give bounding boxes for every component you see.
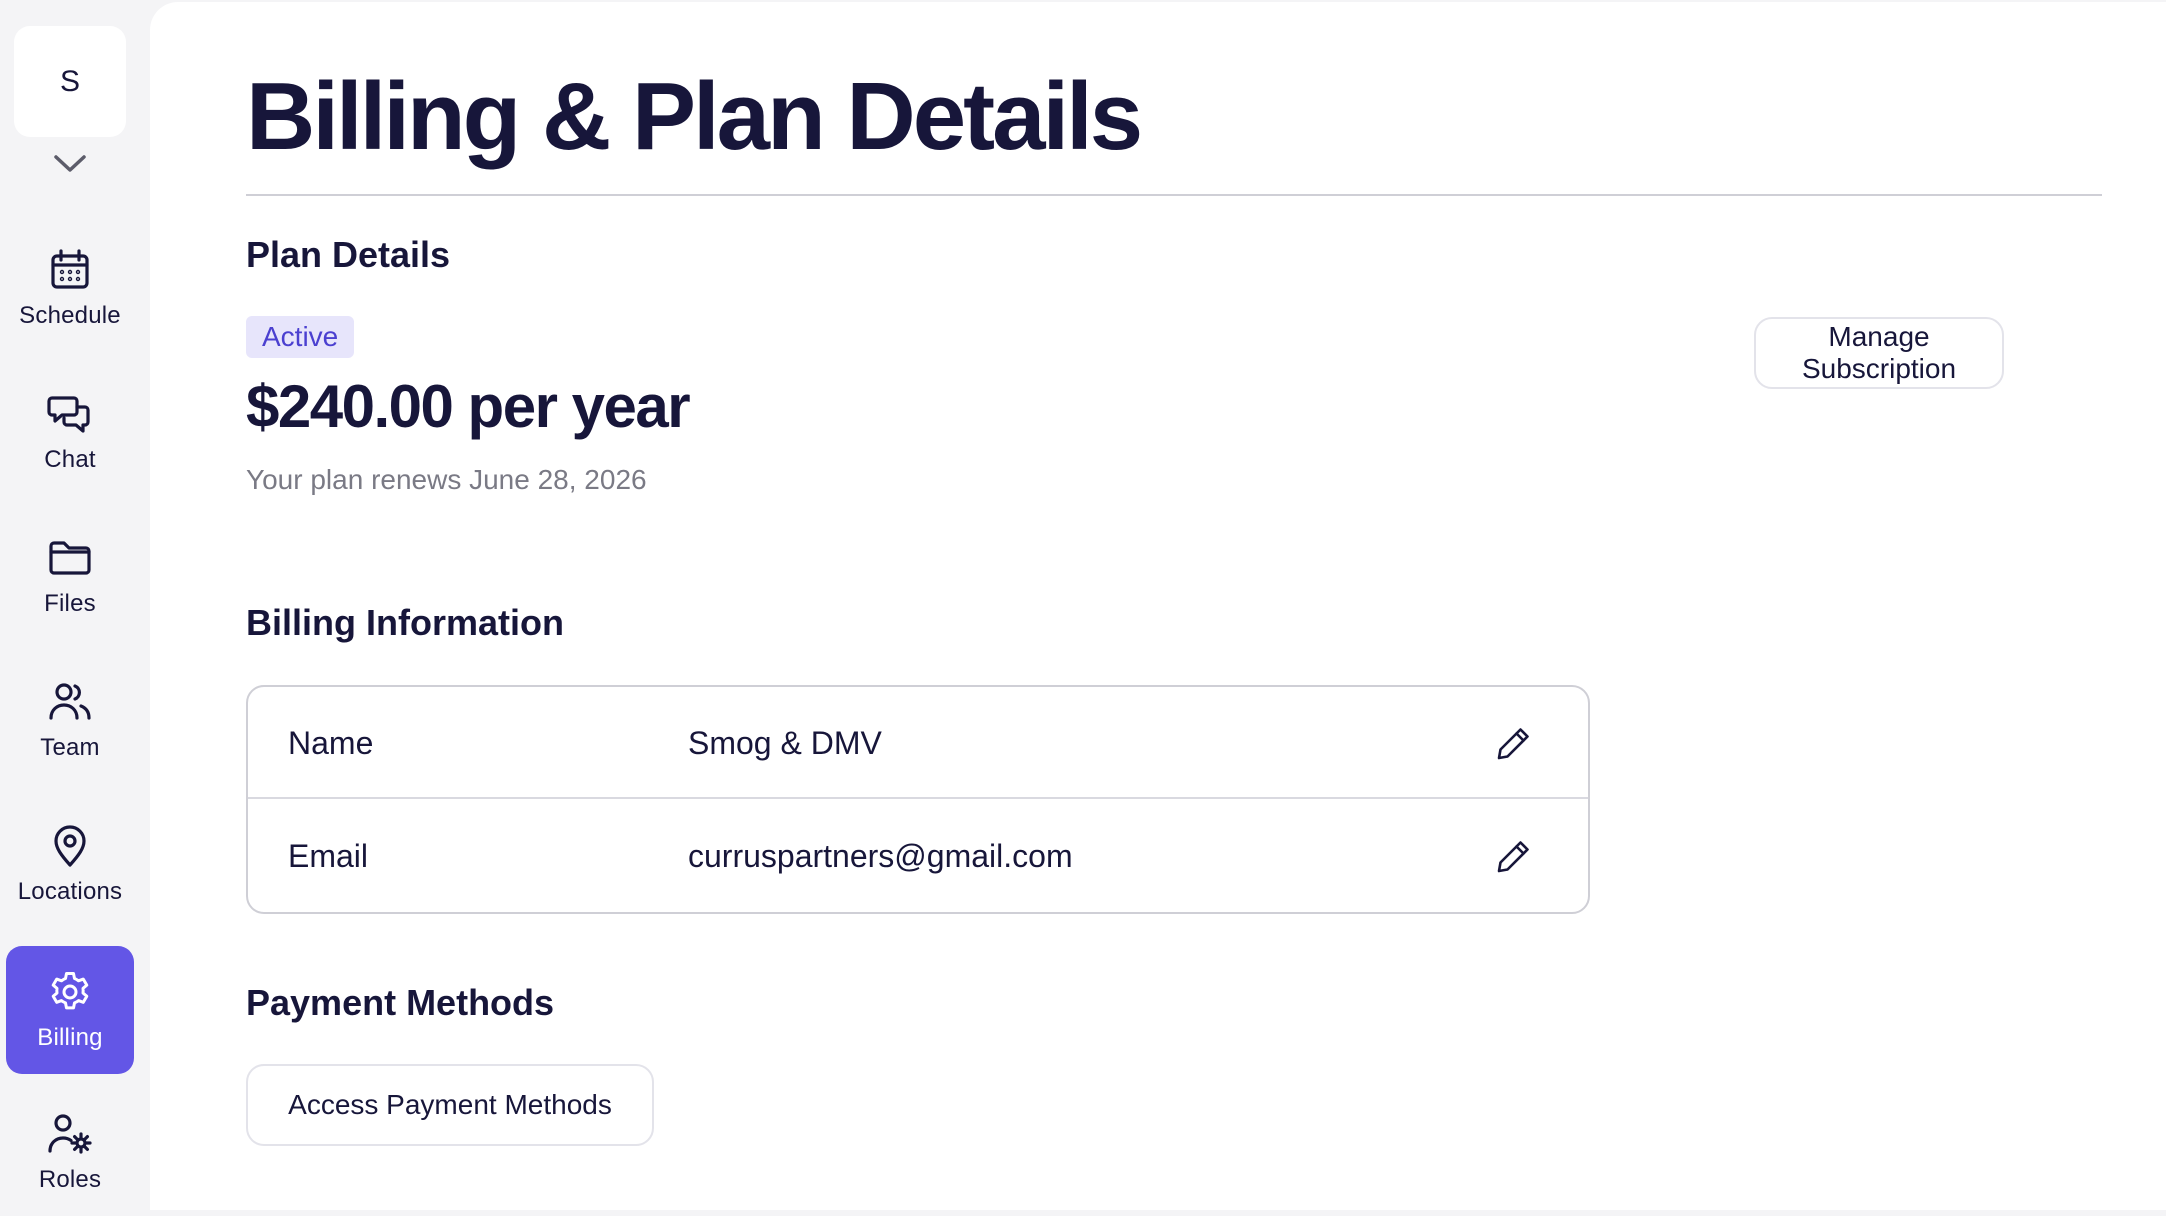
sidebar-item-label: Chat [44,446,96,473]
sidebar-item-files[interactable]: Files [6,512,134,640]
pencil-icon[interactable] [1496,838,1532,874]
sidebar-item-label: Billing [37,1024,103,1051]
user-cog-icon [48,1114,92,1154]
field-label: Email [288,837,369,874]
billing-row-name: Name Smog & DMV [248,687,1588,799]
title-divider [246,194,2102,196]
plan-price: $240.00 per year [246,373,691,440]
billing-info-table: Name Smog & DMV Email curruspartners@gma… [246,685,1590,914]
page-title: Billing & Plan Details [246,63,1143,170]
manage-subscription-button[interactable]: Manage Subscription [1754,317,2004,389]
map-pin-icon [54,825,86,867]
payment-methods-heading: Payment Methods [246,982,555,1023]
sidebar-item-label: Team [40,734,100,761]
plan-details-heading: Plan Details [246,234,451,275]
status-badge: Active [246,316,355,358]
billing-information-heading: Billing Information [246,602,564,643]
field-label: Name [288,724,374,761]
chat-icon [47,396,90,433]
renewal-date-text: Your plan renews June 28, 2026 [246,464,647,495]
sidebar-item-label: Locations [17,878,123,905]
billing-row-email: Email curruspartners@gmail.com [248,800,1588,912]
calendar-icon [51,249,89,289]
field-value: curruspartners@gmail.com [688,837,1073,874]
sidebar-item-label: Schedule [19,302,121,329]
chevron-down-icon[interactable] [50,145,90,181]
users-icon [49,683,91,720]
folder-icon [49,541,91,575]
pencil-icon[interactable] [1496,725,1532,761]
sidebar-item-locations[interactable]: Locations [6,800,134,928]
sidebar-item-chat[interactable]: Chat [6,368,134,496]
field-value: Smog & DMV [688,724,882,761]
sidebar-item-label: Files [44,590,96,617]
sidebar-item-roles[interactable]: Roles [6,1088,134,1216]
access-payment-methods-button[interactable]: Access Payment Methods [246,1064,654,1146]
sidebar-item-label: Roles [38,1166,102,1193]
org-initial: S [59,64,80,98]
sidebar-item-schedule[interactable]: Schedule [6,224,134,352]
main-content: Billing & Plan Details Plan Details Acti… [150,2,2166,1210]
sidebar-item-team[interactable]: Team [6,656,134,784]
sidebar-item-billing[interactable]: Billing [6,946,134,1074]
org-switcher[interactable]: S [14,26,126,137]
sidebar: S Schedule Chat Files Team Locations Bil… [0,0,150,1210]
gear-icon [51,972,89,1010]
